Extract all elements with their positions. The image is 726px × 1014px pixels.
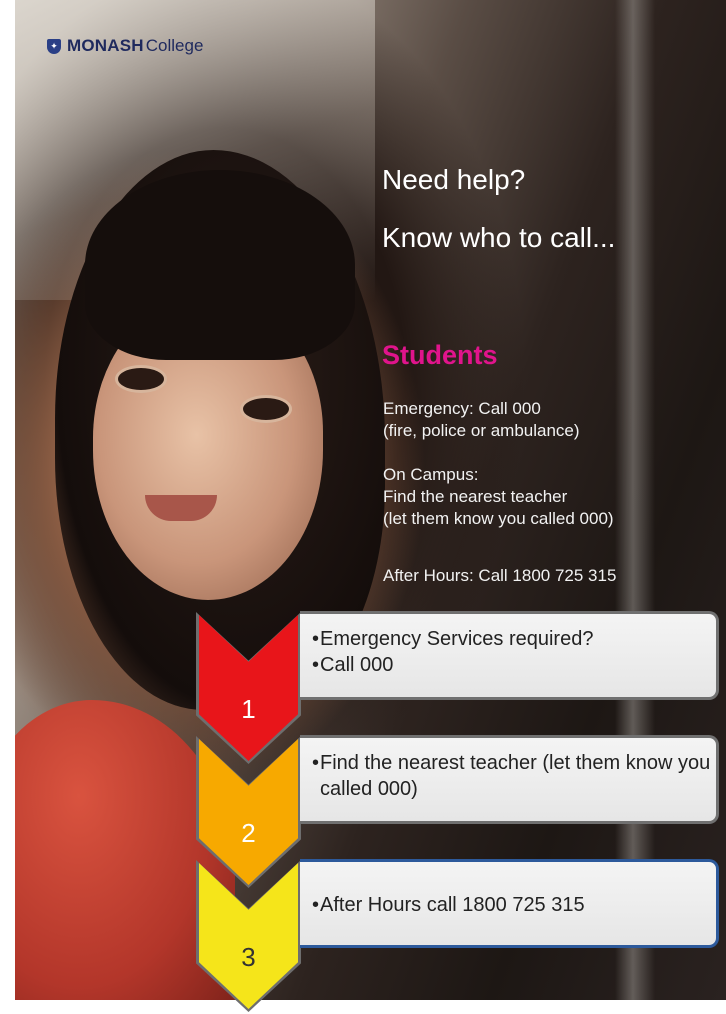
logo-text-monash: MONASH [67,36,144,55]
step-1-bullet-1: • Emergency Services required? [312,628,594,650]
after-hours-info: After Hours: Call 1800 725 315 [383,566,617,585]
monash-crest-icon: ✦ [47,38,61,54]
emergency-line: Emergency: Call 000 [383,399,541,418]
on-campus-label: On Campus: [383,465,479,484]
step-1-number: 1 [241,694,256,724]
emergency-detail: (fire, police or ambulance) [383,421,580,440]
step-2-bullet-1: • Find the nearest teacher (let them know… [312,752,711,800]
on-campus-instruction: Find the nearest teacher [383,487,568,506]
on-campus-info: On Campus: Find the nearest teacher (let… [383,464,614,530]
step-2-box: • Find the nearest teacher (let them know… [300,735,719,824]
steps-diagram: 1 • Emergency Services required? • Call 00… [196,611,726,1012]
step-3-number: 3 [241,942,256,972]
step-3-bullet-1: • After Hours call 1800 725 315 [312,894,585,916]
monash-college-logo: ✦ MONASH College [47,36,203,56]
logo-text-college: College [145,36,204,55]
photo-left-eye [115,365,167,393]
headline-know-who-to-call: Know who to call... [382,222,616,253]
photo-bangs [85,170,355,360]
section-title-students: Students [382,340,498,370]
step-2-number: 2 [241,818,256,848]
on-campus-note: (let them know you called 000) [383,509,614,528]
step-1-chevron: 1 [199,615,298,761]
step-1-box: • Emergency Services required? • Call 000 [300,611,719,700]
step-3-box: • After Hours call 1800 725 315 [300,859,719,948]
step-1-bullet-2: • Call 000 [312,654,394,676]
photo-right-eye [240,395,292,423]
headline-need-help: Need help? [382,164,526,195]
emergency-info: Emergency: Call 000 (fire, police or amb… [383,398,580,442]
